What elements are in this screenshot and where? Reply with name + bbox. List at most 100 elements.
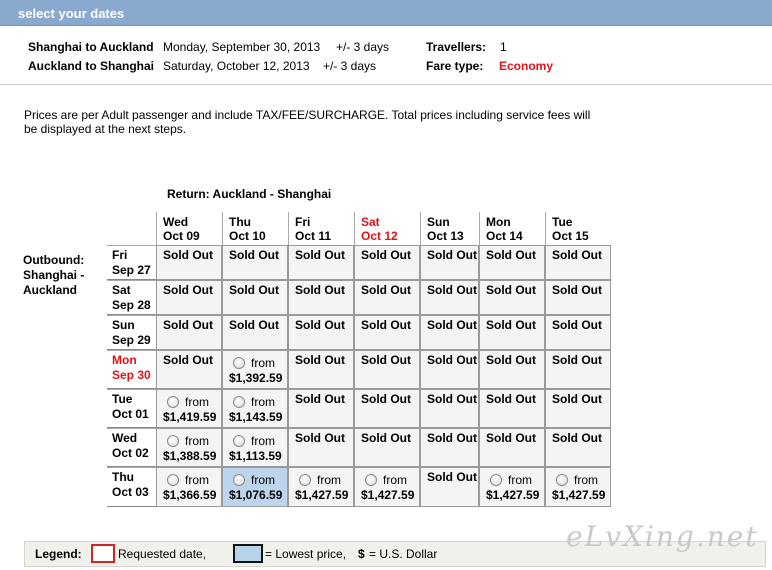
row-date: Sep 28 [112, 298, 151, 312]
route2-label: Auckland to Shanghai [28, 59, 155, 73]
from-label: from [383, 473, 407, 487]
fare-radio-line[interactable]: from [299, 473, 353, 487]
fare-radio-button[interactable] [556, 474, 568, 486]
route2-date: Saturday, October 12, 2013 [163, 59, 310, 73]
sold-out-text: Sold Out [552, 248, 602, 262]
route1-label: Shanghai to Auckland [28, 40, 154, 54]
sold-out-cell: Sold Out [354, 280, 420, 315]
column-date: Oct 15 [552, 229, 589, 243]
outbound-date-header: Thu Oct 03 [107, 467, 156, 507]
fare-radio-line[interactable]: from [365, 473, 419, 487]
sold-out-cell: Sold Out [545, 245, 611, 280]
fare-option-cell[interactable]: from $1,427.59 [545, 467, 611, 507]
row-date: Oct 01 [112, 407, 149, 421]
fare-radio-line[interactable]: from [490, 473, 544, 487]
row-date: Sep 30 [112, 368, 151, 382]
fare-radio-button[interactable] [167, 435, 179, 447]
sold-out-cell: Sold Out [420, 350, 479, 389]
sold-out-cell: Sold Out [420, 467, 479, 507]
column-date: Oct 11 [295, 229, 332, 243]
fare-radio-button[interactable] [167, 474, 179, 486]
return-date-header: Fri Oct 11 [288, 212, 354, 245]
fare-radio-line[interactable]: from [167, 395, 221, 409]
outbound-date-header: Mon Sep 30 [107, 350, 156, 389]
fare-option-cell[interactable]: from $1,143.59 [222, 389, 288, 428]
column-day: Wed [163, 215, 189, 229]
sold-out-text: Sold Out [552, 392, 602, 406]
fare-option-cell[interactable]: from $1,419.59 [156, 389, 222, 428]
fare-price: $1,392.59 [229, 371, 283, 385]
sold-out-cell: Sold Out [420, 245, 479, 280]
outbound-label-line: Auckland [23, 283, 78, 297]
fare-radio-button[interactable] [233, 396, 245, 408]
fare-option-cell[interactable]: from $1,388.59 [156, 428, 222, 467]
sold-out-text: Sold Out [361, 431, 411, 445]
column-day: Tue [552, 215, 573, 229]
fare-radio-button[interactable] [167, 396, 179, 408]
fare-radio-line[interactable]: from [233, 395, 287, 409]
fare-radio-line[interactable]: from [233, 434, 287, 448]
fare-radio-button[interactable] [233, 435, 245, 447]
fare-type-value: Economy [499, 59, 554, 73]
column-day: Fri [295, 215, 311, 229]
return-date-header: Wed Oct 09 [156, 212, 222, 245]
sold-out-cell: Sold Out [354, 245, 420, 280]
outbound-date-header: Sun Sep 29 [107, 315, 156, 350]
fare-radio-line[interactable]: from [233, 356, 287, 370]
sold-out-text: Sold Out [361, 353, 411, 367]
sold-out-text: Sold Out [486, 392, 536, 406]
fare-radio-line[interactable]: from [233, 473, 287, 487]
sold-out-cell: Sold Out [479, 350, 545, 389]
lowest-price-swatch [233, 544, 263, 563]
sold-out-cell: Sold Out [288, 428, 354, 467]
sold-out-text: Sold Out [229, 283, 279, 297]
legend-lowest-text: = Lowest price, [265, 547, 347, 561]
from-label: from [251, 356, 275, 370]
fare-option-cell[interactable]: from $1,076.59 [222, 467, 288, 507]
fare-price: $1,427.59 [486, 488, 540, 502]
route1-date: Monday, September 30, 2013 [163, 40, 321, 54]
fare-radio-button[interactable] [490, 474, 502, 486]
fare-radio-button[interactable] [233, 357, 245, 369]
fare-radio-button[interactable] [233, 474, 245, 486]
travellers-value: 1 [500, 40, 507, 54]
price-notice: Prices are per Adult passenger and inclu… [24, 108, 591, 136]
sold-out-text: Sold Out [163, 318, 213, 332]
sold-out-cell: Sold Out [420, 389, 479, 428]
sold-out-text: Sold Out [552, 353, 602, 367]
sold-out-text: Sold Out [486, 283, 536, 297]
from-label: from [317, 473, 341, 487]
sold-out-text: Sold Out [361, 318, 411, 332]
fare-radio-button[interactable] [365, 474, 377, 486]
fare-option-cell[interactable]: from $1,427.59 [479, 467, 545, 507]
column-day: Sun [427, 215, 450, 229]
fare-option-cell[interactable]: from $1,427.59 [354, 467, 420, 507]
sold-out-text: Sold Out [427, 248, 477, 262]
sold-out-text: Sold Out [486, 353, 536, 367]
return-date-header: Mon Oct 14 [479, 212, 545, 245]
page-title: select your dates [18, 6, 125, 21]
column-date: Oct 12 [361, 229, 398, 243]
sold-out-cell: Sold Out [354, 389, 420, 428]
fare-radio-line[interactable]: from [167, 434, 221, 448]
fare-option-cell[interactable]: from $1,427.59 [288, 467, 354, 507]
fare-option-cell[interactable]: from $1,113.59 [222, 428, 288, 467]
sold-out-cell: Sold Out [288, 280, 354, 315]
sold-out-text: Sold Out [361, 248, 411, 262]
sold-out-cell: Sold Out [420, 428, 479, 467]
legend-currency-text: = U.S. Dollar [369, 547, 438, 561]
sold-out-cell: Sold Out [479, 315, 545, 350]
return-route-title: Return: Auckland - Shanghai [167, 187, 332, 201]
return-date-header: Thu Oct 10 [222, 212, 288, 245]
sold-out-text: Sold Out [295, 248, 345, 262]
fare-option-cell[interactable]: from $1,366.59 [156, 467, 222, 507]
fare-option-cell[interactable]: from $1,392.59 [222, 350, 288, 389]
sold-out-cell: Sold Out [479, 245, 545, 280]
from-label: from [185, 473, 209, 487]
outbound-date-header: Fri Sep 27 [107, 245, 156, 280]
outbound-date-header: Sat Sep 28 [107, 280, 156, 315]
fare-radio-line[interactable]: from [167, 473, 221, 487]
fare-radio-line[interactable]: from [556, 473, 610, 487]
from-label: from [185, 395, 209, 409]
fare-radio-button[interactable] [299, 474, 311, 486]
